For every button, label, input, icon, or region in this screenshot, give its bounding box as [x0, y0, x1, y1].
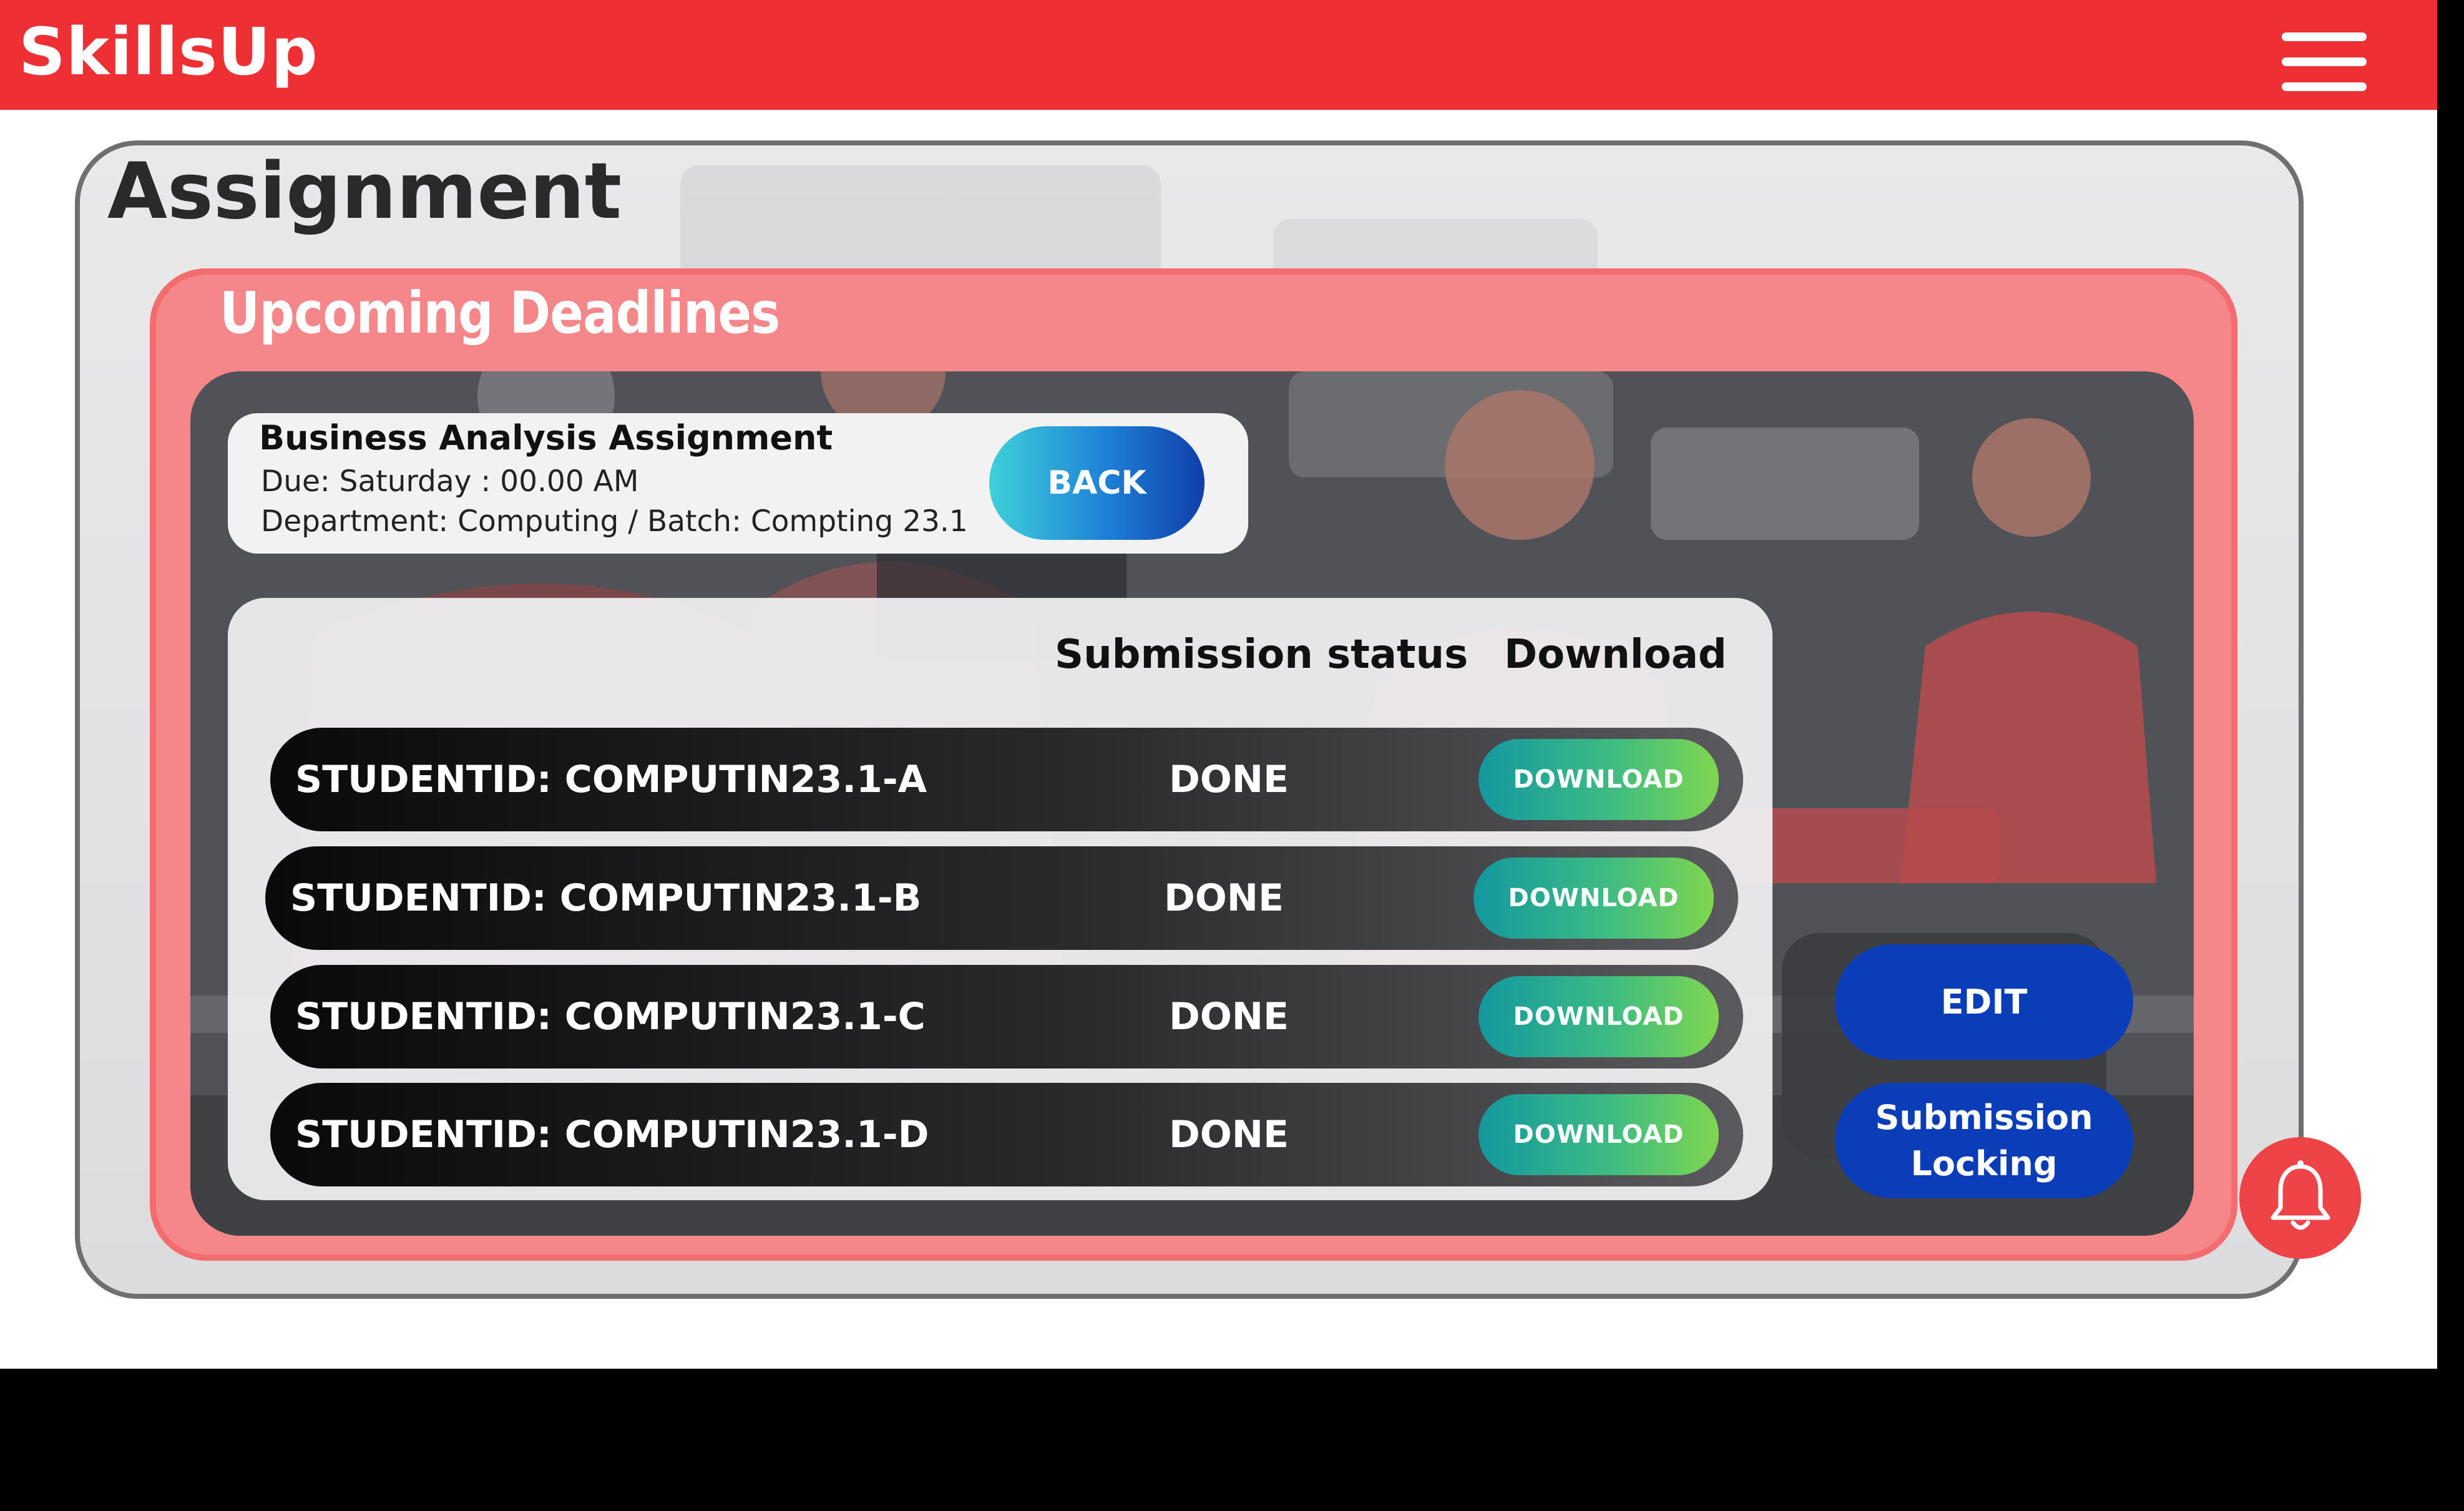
table-row: STUDENTID: COMPUTIN23.1-D DONE DOWNLOAD: [270, 1083, 1743, 1186]
student-id: STUDENTID: COMPUTIN23.1-D: [295, 1113, 929, 1156]
assignment-department: Department: Computing / Batch: Compting …: [261, 504, 968, 539]
submission-locking-label-line1: Submission: [1875, 1097, 2093, 1137]
download-button[interactable]: DOWNLOAD: [1479, 1094, 1719, 1175]
assignment-title: Business Analysis Assignment: [259, 418, 833, 457]
bell-icon: [2271, 1160, 2330, 1230]
table-row: STUDENTID: COMPUTIN23.1-C DONE DOWNLOAD: [270, 965, 1743, 1068]
table-row: STUDENTID: COMPUTIN23.1-A DONE DOWNLOAD: [270, 728, 1743, 831]
student-id: STUDENTID: COMPUTIN23.1-B: [290, 876, 922, 920]
app-window: SkillsUp Assignment Upcoming Deadlines B…: [0, 0, 2437, 1369]
submission-locking-label: Submission Locking: [1875, 1095, 2093, 1187]
app-canvas: SkillsUp Assignment Upcoming Deadlines B…: [0, 0, 2464, 1511]
column-header-download: Download: [1504, 632, 1727, 678]
assignment-due: Due: Saturday : 00.00 AM: [261, 464, 639, 499]
submission-status: DONE: [1169, 758, 1289, 801]
section-title: Upcoming Deadlines: [220, 280, 780, 346]
student-id: STUDENTID: COMPUTIN23.1-C: [295, 995, 926, 1039]
submission-status: DONE: [1169, 1113, 1289, 1156]
submission-status: DONE: [1164, 876, 1284, 920]
student-id: STUDENTID: COMPUTIN23.1-A: [295, 758, 927, 801]
notification-bell-button[interactable]: [2239, 1137, 2361, 1259]
edit-button[interactable]: EDIT: [1835, 944, 2133, 1060]
submission-locking-label-line2: Locking: [1910, 1143, 2058, 1183]
submission-locking-button[interactable]: Submission Locking: [1835, 1083, 2133, 1198]
download-button[interactable]: DOWNLOAD: [1479, 976, 1719, 1057]
back-button[interactable]: BACK: [989, 426, 1205, 540]
table-row: STUDENTID: COMPUTIN23.1-B DONE DOWNLOAD: [265, 846, 1738, 950]
column-header-status: Submission status: [1055, 632, 1469, 678]
download-button[interactable]: DOWNLOAD: [1474, 858, 1714, 939]
submission-status: DONE: [1169, 995, 1289, 1039]
download-button[interactable]: DOWNLOAD: [1479, 739, 1719, 820]
page-title: Assignment: [107, 147, 622, 237]
